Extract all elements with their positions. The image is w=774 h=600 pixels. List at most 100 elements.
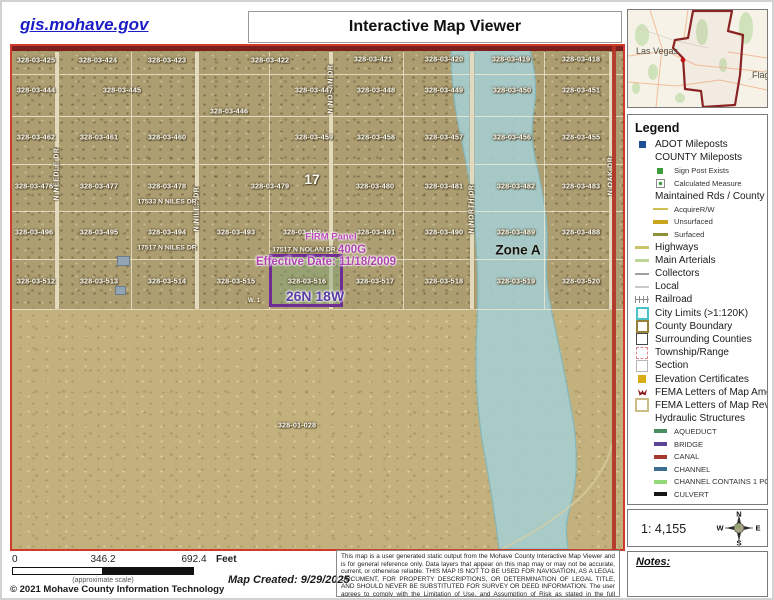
parcel-label: 328-03-477 [80,182,118,191]
parcel-grid-line [12,309,623,310]
collectors-icon [635,273,649,275]
parcel-label: 328-03-514 [148,277,186,286]
legend-icon-slot [635,320,649,333]
parcel-label: 328-03-461 [80,133,118,142]
site-link[interactable]: gis.mohave.gov [20,15,148,35]
disclaimer-box: This map is a user generated static outp… [336,550,620,597]
parcel-label: 328-03-459 [295,133,333,142]
structure [117,256,130,266]
legend-item-label: AcquireR/W [674,205,715,214]
map-canvas: N NEEDLE DRN NILES DRN NOLAN DRN NORTH D… [10,44,625,551]
parcel-label: 328-03-450 [493,86,531,95]
legend-icon-slot [652,208,668,210]
address-label: 17517 N NILES DR [137,245,196,252]
legend-item: Unsurfaced [628,215,767,228]
channel-icon [654,467,667,471]
local-icon [635,286,649,288]
legend-list: ADOT Mileposts COUNTY Mileposts Sign Post … [628,138,767,501]
parcel-label: 328-03-483 [562,182,600,191]
canal-icon [654,455,667,459]
legend-item: County Boundary [628,320,767,333]
acquire-rw-icon [653,208,668,210]
legend-item-label: Sign Post Exists [674,166,729,175]
legend-item: FEMA Letters of Map Amendme [628,386,767,399]
legend-item: Surfaced [628,228,767,241]
legend-item: Local [628,280,767,293]
parcel-label: 328-03-457 [425,133,463,142]
legend-item: Railroad [628,293,767,306]
parcel-label: 328-03-422 [251,56,289,65]
firm-panel-number: 400G [338,244,366,256]
fema-loma-icon [637,388,648,397]
legend-item-label: Hydraulic Structures [655,413,745,424]
parcel-label: 328-03-423 [148,56,186,65]
scale-bar-black-segment [103,567,194,575]
section-number: 17 [304,171,320,187]
legend-icon-slot [635,333,649,345]
road-line [195,52,199,309]
parcel-label: 328-03-513 [80,277,118,286]
legend-item-label: CHANNEL [674,465,710,474]
parcel-label: 328-03-420 [425,55,463,64]
address-label: 17533 N NILES DR [137,199,196,206]
parcel-label: 328-03-518 [425,277,463,286]
scale-bar-white-segment [12,567,103,575]
location-marker [681,58,686,63]
page: gis.mohave.gov Interactive Map Viewer N … [0,0,774,600]
legend-item-label: Calculated Measure [674,179,742,188]
scalebar-unit: Feet [216,554,237,565]
legend-item: AcquireR/W [628,203,767,216]
legend-item: CULVERT [628,488,767,501]
parcel-label: 328-03-462 [17,133,55,142]
dirt-trail [126,346,163,549]
legend-item-label: FEMA Letters of Map Amendme [655,387,767,398]
legend-item-label: COUNTY Mileposts [655,152,742,163]
legend-icon-slot [635,398,649,412]
legend-item-label: Collectors [655,268,699,279]
legend-item-label: ADOT Mileposts [655,139,728,150]
scalebar-tick-mid: 346.2 [90,554,115,565]
parcel-label: 328-03-480 [356,182,394,191]
disclaimer-text: This map is a user generated static outp… [341,553,615,597]
legend-item: Main Arterials [628,254,767,267]
calculated-measure-icon [656,179,665,188]
parcel-label: 328-03-496 [15,228,53,237]
legend-item: Calculated Measure [628,177,767,190]
legend-icon-slot [652,467,668,471]
channel-flood-icon [654,480,667,484]
parcel-label: 328-01-028 [278,421,316,430]
parcel-label: 328-03-481 [425,182,463,191]
legend-item: Section [628,359,767,372]
fema-lomr-icon [635,398,649,412]
section-icon [636,360,648,372]
culvert-icon [654,492,667,496]
parcel-label: 328-03-447 [295,86,333,95]
city-limits-icon [636,307,649,320]
legend-icon-slot [652,480,668,484]
elevation-certificates-icon [638,375,646,383]
page-title-box: Interactive Map Viewer [248,11,622,43]
legend-icon-slot [635,246,649,249]
legend-item-label: FEMA Letters of Map Revision [655,400,767,411]
parcel-label: 328-03-490 [425,228,463,237]
legend-item-label: Surfaced [674,230,704,239]
scalebar-tick-start: 0 [12,554,18,565]
township-range-label: 26N 18W [286,288,344,304]
scalebar-caption: (approximate scale) [72,577,133,584]
overview-place-label: Flagsta [752,70,768,80]
parcel-label: 328-03-478 [148,182,186,191]
map-created-date: Map Created: 9/29/2025 [228,574,350,586]
legend-icon-slot [652,455,668,459]
scale-ratio: 1: 4,155 [641,522,686,536]
parcel-grid-line [403,52,404,309]
parcel-grid-line [12,74,623,75]
legend-item-label: CANAL [674,452,699,461]
legend-item-label: Unsurfaced [674,217,713,226]
aqueduct-icon [654,429,667,433]
township-boundary-top [12,46,623,51]
parcel-label: 328-03-489 [497,228,535,237]
legend-item-label: Maintained Rds / County Routes [655,191,767,202]
legend-icon-slot [652,233,668,236]
road-label: N NEEDLE DR [54,148,61,201]
flood-zone-label: Zone A [495,243,540,258]
